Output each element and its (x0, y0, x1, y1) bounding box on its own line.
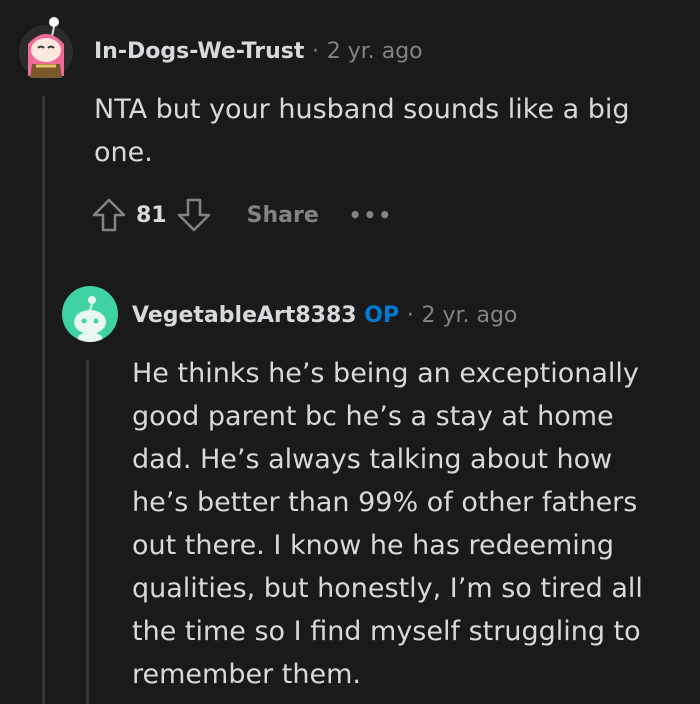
meta-separator: · (312, 39, 320, 64)
reply-thread-line[interactable] (86, 360, 89, 704)
comment-actions: 81 Share ••• (90, 196, 393, 234)
op-badge: OP (364, 303, 400, 328)
share-button[interactable]: Share (247, 203, 319, 228)
reply-meta: VegetableArt8383 OP · 2 yr. ago (132, 302, 517, 330)
reply-avatar[interactable] (62, 286, 118, 342)
comment-body: NTA but your husband sounds like a big o… (94, 94, 630, 168)
comment-meta: In-Dogs-We-Trust · 2 yr. ago (94, 38, 423, 66)
vote-count: 81 (136, 202, 167, 228)
downvote-icon[interactable] (175, 196, 213, 234)
comment-username[interactable]: In-Dogs-We-Trust (94, 39, 304, 64)
reply-body: He thinks he’s being an exceptionally go… (132, 358, 643, 690)
meta-separator: · (406, 303, 414, 328)
upvote-icon[interactable] (90, 196, 128, 234)
comment-timestamp[interactable]: 2 yr. ago (327, 39, 423, 64)
comment-thread-line[interactable] (42, 96, 45, 704)
more-options-button[interactable]: ••• (349, 203, 393, 227)
reply-timestamp[interactable]: 2 yr. ago (421, 303, 517, 328)
user-avatar[interactable] (18, 14, 74, 80)
reply-username[interactable]: VegetableArt8383 (132, 303, 357, 328)
